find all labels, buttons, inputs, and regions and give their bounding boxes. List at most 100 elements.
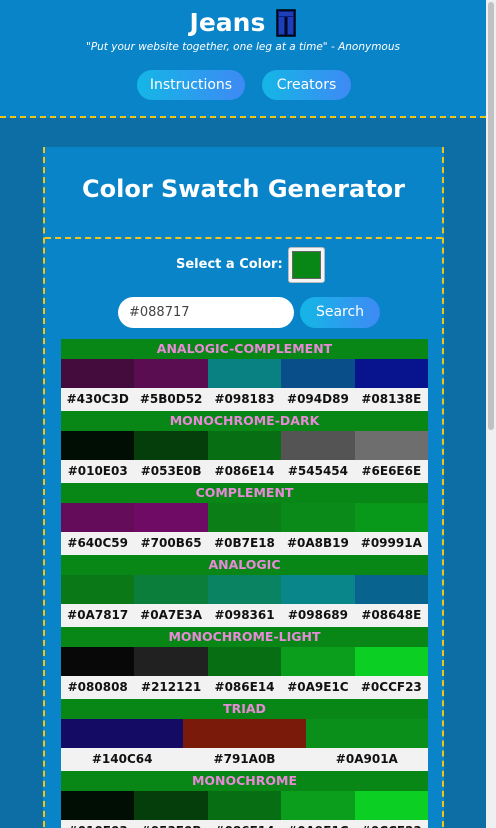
hex-label: #086E14	[208, 820, 281, 828]
hex-label: #6E6E6E	[361, 464, 422, 478]
color-swatch[interactable]	[281, 647, 355, 676]
color-swatch[interactable]	[61, 791, 135, 820]
swatch-row	[61, 431, 429, 460]
hex-label: #430C3D	[66, 392, 129, 406]
color-swatch[interactable]	[354, 359, 429, 388]
color-swatch[interactable]	[207, 791, 282, 820]
color-swatch[interactable]	[61, 359, 135, 388]
color-swatch[interactable]	[305, 719, 428, 748]
hex-label: #053E0B	[140, 464, 202, 478]
color-swatch[interactable]	[281, 431, 355, 460]
swatch-row	[61, 719, 428, 748]
hex-label: #098361	[214, 608, 275, 622]
hex-label-row: #010E03#053E0B#086E14#0A9E1C#0CCF23	[61, 820, 428, 828]
hex-label: #140C64	[91, 752, 153, 766]
hex-label-row: #010E03 #053E0B #086E14 #545454 #6E6E6E	[61, 460, 428, 483]
scheme-title: TRIAD	[61, 699, 428, 719]
color-swatch[interactable]	[354, 503, 429, 532]
hex-label-row: #140C64 #791A0B #0A901A	[61, 748, 428, 771]
tagline: "Put your website together, one leg at a…	[85, 41, 400, 53]
instructions-button[interactable]: Instructions	[137, 70, 245, 100]
swatch-row	[61, 503, 429, 532]
hex-label: #0CCF23	[355, 820, 428, 828]
hex-label: #010E03	[61, 820, 134, 828]
color-swatch[interactable]	[354, 575, 429, 604]
hex-label: #0A9E1C	[287, 680, 349, 694]
hex-label: #086E14	[214, 464, 275, 478]
hex-label: #053E0B	[134, 820, 207, 828]
color-swatch[interactable]	[207, 431, 282, 460]
color-swatch[interactable]	[134, 791, 208, 820]
color-swatch[interactable]	[354, 647, 429, 676]
hex-label: #098689	[287, 608, 348, 622]
color-swatch[interactable]	[61, 431, 135, 460]
scheme-title: ANALOGIC	[61, 555, 428, 575]
page-title: Color Swatch Generator	[82, 175, 405, 203]
hex-label: #09991A	[360, 536, 422, 550]
color-swatch[interactable]	[61, 719, 184, 748]
color-swatch[interactable]	[354, 431, 429, 460]
scrollbar[interactable]	[486, 0, 496, 828]
hex-label: #094D89	[287, 392, 349, 406]
color-swatch[interactable]	[134, 431, 208, 460]
color-swatch[interactable]	[134, 503, 208, 532]
panel-title-box: Color Swatch Generator	[45, 147, 442, 239]
site-header: Jeans "Put your website together, one le…	[0, 0, 486, 118]
hex-label: #791A0B	[213, 752, 276, 766]
swatch-generator-panel: Color Swatch Generator Select a Color: #…	[43, 147, 444, 828]
site-title: Jeans	[189, 8, 266, 37]
color-swatch[interactable]	[207, 575, 282, 604]
color-swatch[interactable]	[61, 575, 135, 604]
scheme-title: MONOCHROME-LIGHT	[61, 627, 428, 647]
color-picker-fill	[292, 251, 321, 279]
creators-button[interactable]: Creators	[262, 70, 351, 100]
swatch-row	[61, 359, 429, 388]
hex-label: #0A8B19	[286, 536, 349, 550]
color-picker[interactable]	[288, 247, 325, 283]
hex-label: #0A901A	[335, 752, 398, 766]
hex-label: #5B0D52	[139, 392, 203, 406]
color-swatch[interactable]	[354, 791, 429, 820]
scheme-title: COMPLEMENT	[61, 483, 428, 503]
hex-label: #080808	[67, 680, 128, 694]
swatch-row	[61, 575, 429, 604]
hex-label: #08138E	[361, 392, 422, 406]
color-swatch[interactable]	[207, 359, 282, 388]
hex-input[interactable]: #088717	[118, 297, 294, 328]
color-swatch[interactable]	[61, 503, 135, 532]
color-swatch[interactable]	[281, 359, 355, 388]
scheme-title: MONOCHROME	[61, 771, 428, 791]
hex-label-row: #0A7817 #0A7E3A #098361 #098689 #08648E	[61, 604, 428, 627]
hex-label-row: #080808 #212121 #086E14 #0A9E1C #0CCF23	[61, 676, 428, 699]
color-swatch[interactable]	[281, 575, 355, 604]
hex-label: #0A9E1C	[281, 820, 354, 828]
scrollbar-thumb[interactable]	[488, 2, 494, 430]
hex-label: #700B65	[140, 536, 202, 550]
hex-label: #0A7E3A	[140, 608, 203, 622]
swatch-row	[61, 791, 429, 820]
color-swatch[interactable]	[61, 647, 135, 676]
color-swatch[interactable]	[207, 647, 282, 676]
color-swatch[interactable]	[207, 503, 282, 532]
hex-label: #0A7817	[67, 608, 129, 622]
color-swatch[interactable]	[134, 647, 208, 676]
color-swatch[interactable]	[134, 359, 208, 388]
color-swatch[interactable]	[281, 503, 355, 532]
hex-label: #212121	[141, 680, 202, 694]
color-swatch[interactable]	[134, 575, 208, 604]
hex-label: #545454	[287, 464, 348, 478]
hex-label-row: #430C3D #5B0D52 #098183 #094D89 #08138E	[61, 388, 428, 411]
search-button[interactable]: Search	[300, 297, 380, 328]
hex-label: #0B7E18	[214, 536, 275, 550]
jeans-icon	[276, 8, 297, 37]
hex-label-row: #640C59 #700B65 #0B7E18 #0A8B19 #09991A	[61, 532, 428, 555]
swatch-row	[61, 647, 429, 676]
select-color-label: Select a Color:	[176, 257, 283, 272]
scheme-list: ANALOGIC-COMPLEMENT #430C3D #5B0D52 #098183…	[61, 339, 429, 828]
color-swatch[interactable]	[183, 719, 306, 748]
hex-label: #640C59	[67, 536, 128, 550]
scheme-title: MONOCHROME-DARK	[61, 411, 428, 431]
hex-label: #08648E	[361, 608, 422, 622]
hex-label: #010E03	[67, 464, 128, 478]
color-swatch[interactable]	[281, 791, 355, 820]
